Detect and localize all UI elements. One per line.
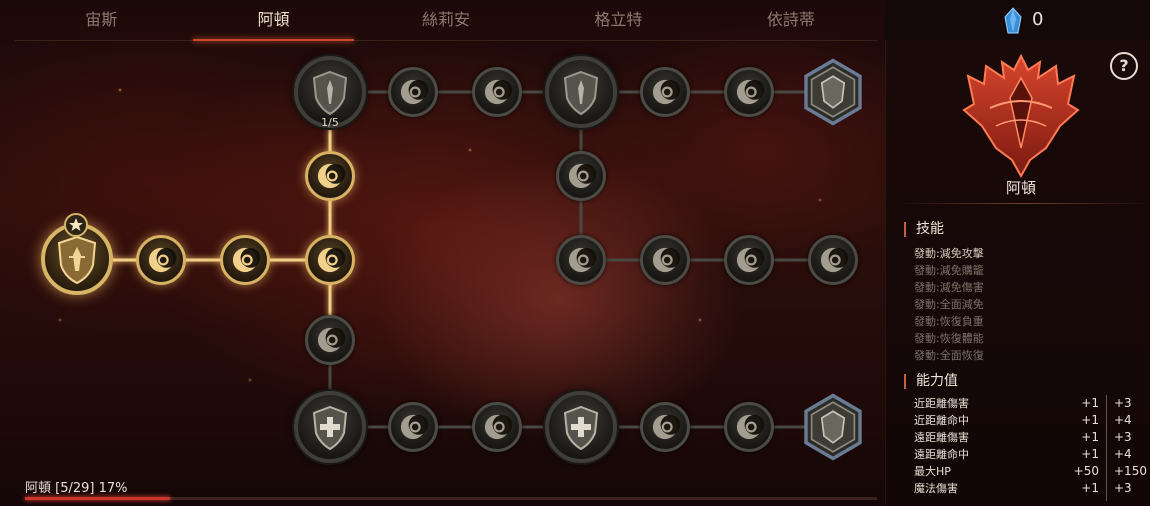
blue-crystal-icon [1004,7,1022,34]
crown-crest-icon [797,391,869,463]
skill-node[interactable] [724,67,774,117]
skill-node[interactable] [724,402,774,452]
crescent-moon-icon [475,70,519,114]
skill-node[interactable] [640,67,690,117]
major-skill-node[interactable] [797,391,869,463]
crescent-moon-icon [308,154,352,198]
skill-node[interactable] [305,151,355,201]
crown-crest-icon [797,56,869,128]
skill-node[interactable] [472,402,522,452]
skill-node[interactable] [305,235,355,285]
cross-shield-icon [549,395,613,459]
progress-fill [25,497,170,500]
crescent-moon-icon [308,238,352,282]
stat-label: 魔法傷害 [914,482,958,495]
stat-current: +1 [1081,413,1099,427]
stat-current: +1 [1081,396,1099,410]
crescent-moon-icon [308,318,352,362]
stat-label: 遠距離傷害 [914,431,969,444]
crystal-count: 0 [1032,9,1044,30]
stat-current: +1 [1081,481,1099,495]
crescent-moon-icon [391,405,435,449]
cross-shield-icon [298,395,362,459]
rank-label: 1/5 [321,116,339,129]
crescent-moon-icon [727,238,771,282]
stat-next: +150 [1114,464,1147,478]
crescent-moon-icon [643,238,687,282]
stat-label: 遠距離命中 [914,448,969,461]
stat-current: +50 [1073,464,1099,478]
skill-node[interactable] [556,235,606,285]
panel-divider [897,203,1150,204]
skill-node[interactable] [724,235,774,285]
major-skill-node[interactable] [545,391,617,463]
stat-current: +1 [1081,447,1099,461]
skill-item: 發動:減免傷害 [914,281,984,294]
skill-node[interactable] [388,67,438,117]
stat-next: +3 [1114,430,1132,444]
major-skill-node[interactable] [797,56,869,128]
crescent-moon-icon [643,70,687,114]
skill-item: 發動:減免購籠 [914,264,984,277]
stat-current: +1 [1081,430,1099,444]
stat-next: +3 [1114,481,1132,495]
crescent-moon-icon [559,238,603,282]
star-icon [64,213,88,237]
skill-item: 發動:恢復負重 [914,315,984,328]
progress-label: 阿頓 [5/29] 17% [25,481,128,496]
crescent-moon-icon [139,238,183,282]
stat-label: 最大HP [914,465,951,478]
crescent-moon-icon [643,405,687,449]
crescent-moon-icon [223,238,267,282]
skill-node[interactable] [640,235,690,285]
crescent-moon-icon [727,70,771,114]
major-skill-node[interactable] [545,56,617,128]
crescent-moon-icon [391,70,435,114]
crescent-moon-icon [475,405,519,449]
stat-next: +4 [1114,413,1132,427]
stat-next: +3 [1114,396,1132,410]
major-skill-node[interactable] [294,391,366,463]
crescent-moon-icon [811,238,855,282]
skill-node[interactable] [220,235,270,285]
knight-shield-icon [298,60,362,124]
skill-node[interactable] [556,151,606,201]
knight-shield-icon [549,60,613,124]
skill-node[interactable] [305,315,355,365]
skill-node[interactable] [388,402,438,452]
skill-node[interactable] [640,402,690,452]
skill-node[interactable] [136,235,186,285]
progress-bar [25,497,877,500]
class-name: 阿頓 [1005,179,1036,197]
stats-column-divider [1106,395,1107,501]
help-button[interactable]: ? [1110,52,1138,80]
skill-node[interactable] [472,67,522,117]
stats-title: 能力值 [904,374,958,389]
crescent-moon-icon [559,154,603,198]
stat-label: 近距離傷害 [914,397,969,410]
stat-label: 近距離命中 [914,414,969,427]
red-winged-crest-icon [962,53,1080,179]
skill-item: 發動:恢復體能 [914,332,984,345]
crescent-moon-icon [727,405,771,449]
skill-node[interactable] [808,235,858,285]
skill-item: 發動:全面減免 [914,298,984,311]
stat-next: +4 [1114,447,1132,461]
skills-title: 技能 [904,222,944,237]
skill-item: 發動:全面恢復 [914,349,984,362]
skill-item: 發動:減免攻擊 [914,247,984,260]
